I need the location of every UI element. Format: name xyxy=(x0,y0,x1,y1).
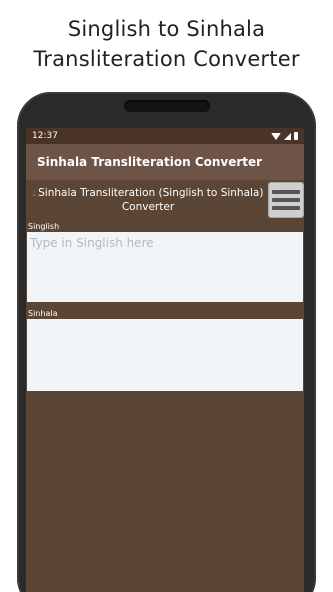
signal-icon xyxy=(284,132,291,140)
converter-heading: 💧︎ Sinhala Transliteration (Singlish to S… xyxy=(28,187,268,214)
wifi-icon xyxy=(271,132,281,140)
menu-bar-top xyxy=(272,190,300,194)
hamburger-menu-icon[interactable] xyxy=(268,182,304,218)
promo-title-line2: Transliteration Converter xyxy=(33,47,300,71)
sinhala-output[interactable] xyxy=(27,319,303,391)
converter-heading-text: Sinhala Transliteration (Singlish to Sin… xyxy=(38,187,264,213)
singlish-label: Singlish xyxy=(28,222,60,231)
converter-header: 💧︎ Sinhala Transliteration (Singlish to S… xyxy=(26,180,304,222)
phone-frame: 12:37 Sinhala Transliteration Converter … xyxy=(17,92,316,592)
status-time: 12:37 xyxy=(32,131,58,141)
battery-icon xyxy=(294,132,298,140)
phone-speaker xyxy=(124,100,210,112)
phone-screen: 12:37 Sinhala Transliteration Converter … xyxy=(26,128,304,592)
promo-title-line1: Singlish to Sinhala xyxy=(67,17,266,41)
app-bar: Sinhala Transliteration Converter xyxy=(26,144,304,180)
app-title: Sinhala Transliteration Converter xyxy=(37,155,263,169)
status-bar: 12:37 xyxy=(26,128,304,144)
status-icons xyxy=(271,132,298,140)
menu-bar-middle xyxy=(272,198,300,202)
promo-title: Singlish to Sinhala Transliteration Conv… xyxy=(0,14,333,74)
menu-bar-bottom xyxy=(272,206,300,210)
sinhala-label: Sinhala xyxy=(28,309,58,318)
singlish-input[interactable] xyxy=(27,232,303,302)
drop-icon: 💧︎ xyxy=(32,189,37,199)
